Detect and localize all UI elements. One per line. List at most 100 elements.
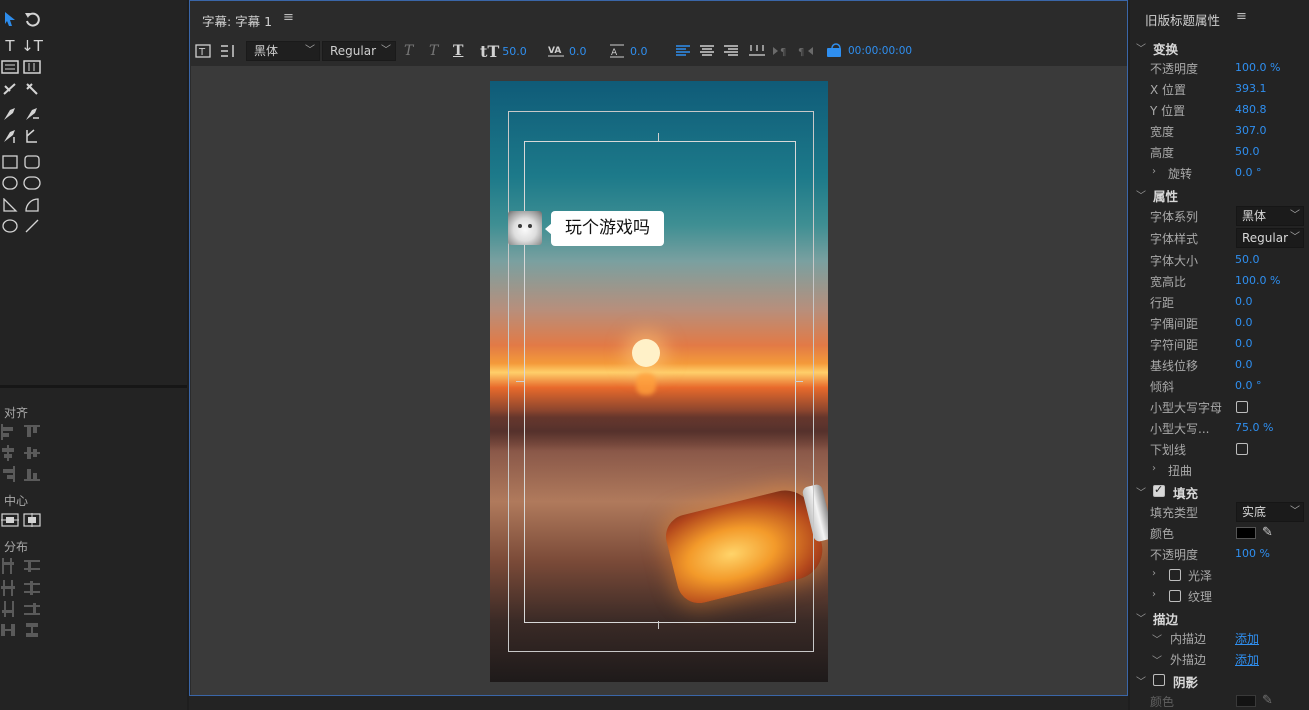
sheen-checkbox[interactable] bbox=[1169, 569, 1181, 581]
font-style-dropdown[interactable]: Regular ﹀ bbox=[322, 41, 396, 61]
delete-anchor-tool-icon[interactable] bbox=[22, 105, 42, 123]
prop-value[interactable]: 100.0 % bbox=[1235, 61, 1280, 74]
prop-value[interactable]: 50.0 bbox=[1235, 145, 1260, 158]
fill-color-swatch[interactable] bbox=[1236, 527, 1256, 539]
template-icon[interactable]: ¶ bbox=[772, 41, 790, 61]
prop-value[interactable]: 100.0 % bbox=[1235, 274, 1280, 287]
rotate-tool-icon[interactable] bbox=[22, 10, 42, 28]
texture-checkbox[interactable] bbox=[1169, 590, 1181, 602]
fill-checkbox[interactable] bbox=[1153, 483, 1165, 497]
kerning-control[interactable]: VA 0.0 bbox=[547, 41, 587, 61]
vertical-area-type-tool-icon[interactable] bbox=[22, 58, 42, 76]
pen-tool-icon[interactable] bbox=[0, 105, 20, 123]
prop-value[interactable]: 0.0 bbox=[1235, 316, 1253, 329]
add-inner-stroke-link[interactable]: 添加 bbox=[1235, 630, 1259, 647]
eyedropper-icon[interactable]: ✎ bbox=[1262, 693, 1276, 708]
transform-section-header[interactable]: ﹀ 变换 bbox=[1130, 37, 1309, 57]
kerning-value[interactable]: 0.0 bbox=[569, 45, 587, 58]
vertical-path-type-tool-icon[interactable] bbox=[22, 80, 42, 98]
leading-control[interactable]: A 0.0 bbox=[608, 41, 648, 61]
prop-value[interactable]: 0.0 ° bbox=[1235, 166, 1262, 179]
prop-row-rotation[interactable]: › 旋转 0.0 ° bbox=[1130, 163, 1309, 183]
prop-value[interactable]: 100 % bbox=[1235, 547, 1270, 560]
font-family-select[interactable]: 黑体 ﹀ bbox=[1236, 206, 1304, 226]
path-type-tool-icon[interactable] bbox=[0, 80, 20, 98]
prop-value[interactable]: 0.0 bbox=[1235, 337, 1253, 350]
shadow-section-header[interactable]: ﹀ 阴影 bbox=[1130, 670, 1309, 690]
clipped-rectangle-tool-icon[interactable] bbox=[0, 174, 20, 192]
font-family-dropdown[interactable]: 黑体 ﹀ bbox=[246, 41, 320, 61]
underline-checkbox[interactable] bbox=[1236, 443, 1248, 455]
prop-value[interactable]: 75.0 % bbox=[1235, 421, 1273, 434]
font-size-control[interactable]: tT 50.0 bbox=[480, 41, 527, 61]
prop-value[interactable]: 50.0 bbox=[1235, 253, 1260, 266]
rectangle-tool-icon[interactable] bbox=[0, 153, 20, 171]
distribute-center-h-icon[interactable] bbox=[0, 580, 16, 596]
tab-stops-icon[interactable] bbox=[748, 41, 766, 61]
italic-icon[interactable]: T bbox=[429, 41, 438, 61]
title-canvas[interactable] bbox=[191, 66, 1127, 695]
prop-value[interactable]: 0.0 bbox=[1235, 358, 1253, 371]
align-right-text-icon[interactable] bbox=[723, 41, 739, 61]
vertical-type-tool-icon[interactable]: ↓T bbox=[21, 37, 43, 55]
selection-tool-icon[interactable] bbox=[0, 10, 20, 28]
distribute-right-icon[interactable] bbox=[0, 601, 16, 617]
stroke-section-header[interactable]: ﹀ 描边 bbox=[1130, 607, 1309, 627]
prop-row-sheen[interactable]: › 光泽 bbox=[1130, 565, 1309, 585]
align-horizontal-center-icon[interactable] bbox=[0, 445, 16, 461]
align-center-text-icon[interactable] bbox=[699, 41, 715, 61]
font-style-select[interactable]: Regular ﹀ bbox=[1236, 228, 1304, 248]
prop-value[interactable]: 0.0 bbox=[1235, 295, 1253, 308]
align-left-text-icon[interactable] bbox=[675, 41, 691, 61]
show-background-icon[interactable]: ¶ bbox=[796, 41, 814, 61]
center-horizontal-icon[interactable] bbox=[0, 511, 20, 529]
add-anchor-tool-icon[interactable] bbox=[0, 127, 20, 145]
bubble-text[interactable]: 玩个游戏吗 bbox=[545, 211, 664, 246]
align-right-icon[interactable] bbox=[0, 466, 16, 482]
prop-row-distort[interactable]: › 扭曲 bbox=[1130, 460, 1309, 480]
prop-value[interactable]: 307.0 bbox=[1235, 124, 1267, 137]
align-bottom-icon[interactable] bbox=[24, 466, 40, 482]
properties-menu-icon[interactable]: ≡ bbox=[1236, 9, 1247, 24]
align-vertical-center-icon[interactable] bbox=[24, 445, 40, 461]
eyedropper-icon[interactable]: ✎ bbox=[1262, 525, 1276, 540]
line-tool-icon[interactable] bbox=[22, 217, 42, 235]
fill-section-header[interactable]: ﹀ 填充 bbox=[1130, 481, 1309, 501]
prop-row-texture[interactable]: › 纹理 bbox=[1130, 586, 1309, 606]
new-title-icon[interactable]: T bbox=[195, 41, 211, 61]
wedge-tool-icon[interactable] bbox=[0, 196, 20, 214]
font-size-value[interactable]: 50.0 bbox=[502, 45, 527, 58]
small-caps-checkbox[interactable] bbox=[1236, 401, 1248, 413]
convert-anchor-tool-icon[interactable] bbox=[22, 127, 42, 145]
add-outer-stroke-link[interactable]: 添加 bbox=[1235, 651, 1259, 668]
distribute-top-icon[interactable] bbox=[24, 558, 40, 574]
align-top-icon[interactable] bbox=[24, 424, 40, 440]
panel-menu-icon[interactable]: ≡ bbox=[283, 10, 294, 25]
ellipse-tool-icon[interactable] bbox=[0, 217, 20, 235]
shadow-checkbox[interactable] bbox=[1153, 674, 1165, 686]
prop-value[interactable]: 393.1 bbox=[1235, 82, 1267, 95]
shadow-color-swatch[interactable] bbox=[1236, 695, 1256, 707]
distribute-center-v-icon[interactable] bbox=[24, 580, 40, 596]
arc-tool-icon[interactable] bbox=[22, 196, 42, 214]
timecode-value[interactable]: 00:00:00:00 bbox=[848, 45, 912, 57]
attributes-section-header[interactable]: ﹀ 属性 bbox=[1130, 184, 1309, 204]
center-vertical-icon[interactable] bbox=[22, 511, 42, 529]
roll-crawl-options-icon[interactable] bbox=[219, 41, 237, 61]
bold-icon[interactable]: T bbox=[404, 41, 413, 61]
align-left-icon[interactable] bbox=[0, 424, 16, 440]
type-tool-icon[interactable]: T bbox=[0, 37, 20, 55]
distribute-left-icon[interactable] bbox=[0, 558, 16, 574]
prop-value[interactable]: 0.0 ° bbox=[1235, 379, 1262, 392]
area-type-tool-icon[interactable] bbox=[0, 58, 20, 76]
prop-value[interactable]: 480.8 bbox=[1235, 103, 1267, 116]
underline-icon[interactable]: T bbox=[453, 41, 463, 61]
distribute-bottom-icon[interactable] bbox=[24, 601, 40, 617]
distribute-spacing-v-icon[interactable] bbox=[24, 622, 40, 638]
distribute-spacing-h-icon[interactable] bbox=[0, 622, 16, 638]
timecode-control[interactable]: 00:00:00:00 bbox=[826, 41, 912, 61]
rounded-rectangle-tool-icon[interactable] bbox=[22, 153, 42, 171]
leading-value[interactable]: 0.0 bbox=[630, 45, 648, 58]
fill-type-select[interactable]: 实底 ﹀ bbox=[1236, 502, 1304, 522]
rounded-corner-tool-icon[interactable] bbox=[22, 174, 42, 192]
